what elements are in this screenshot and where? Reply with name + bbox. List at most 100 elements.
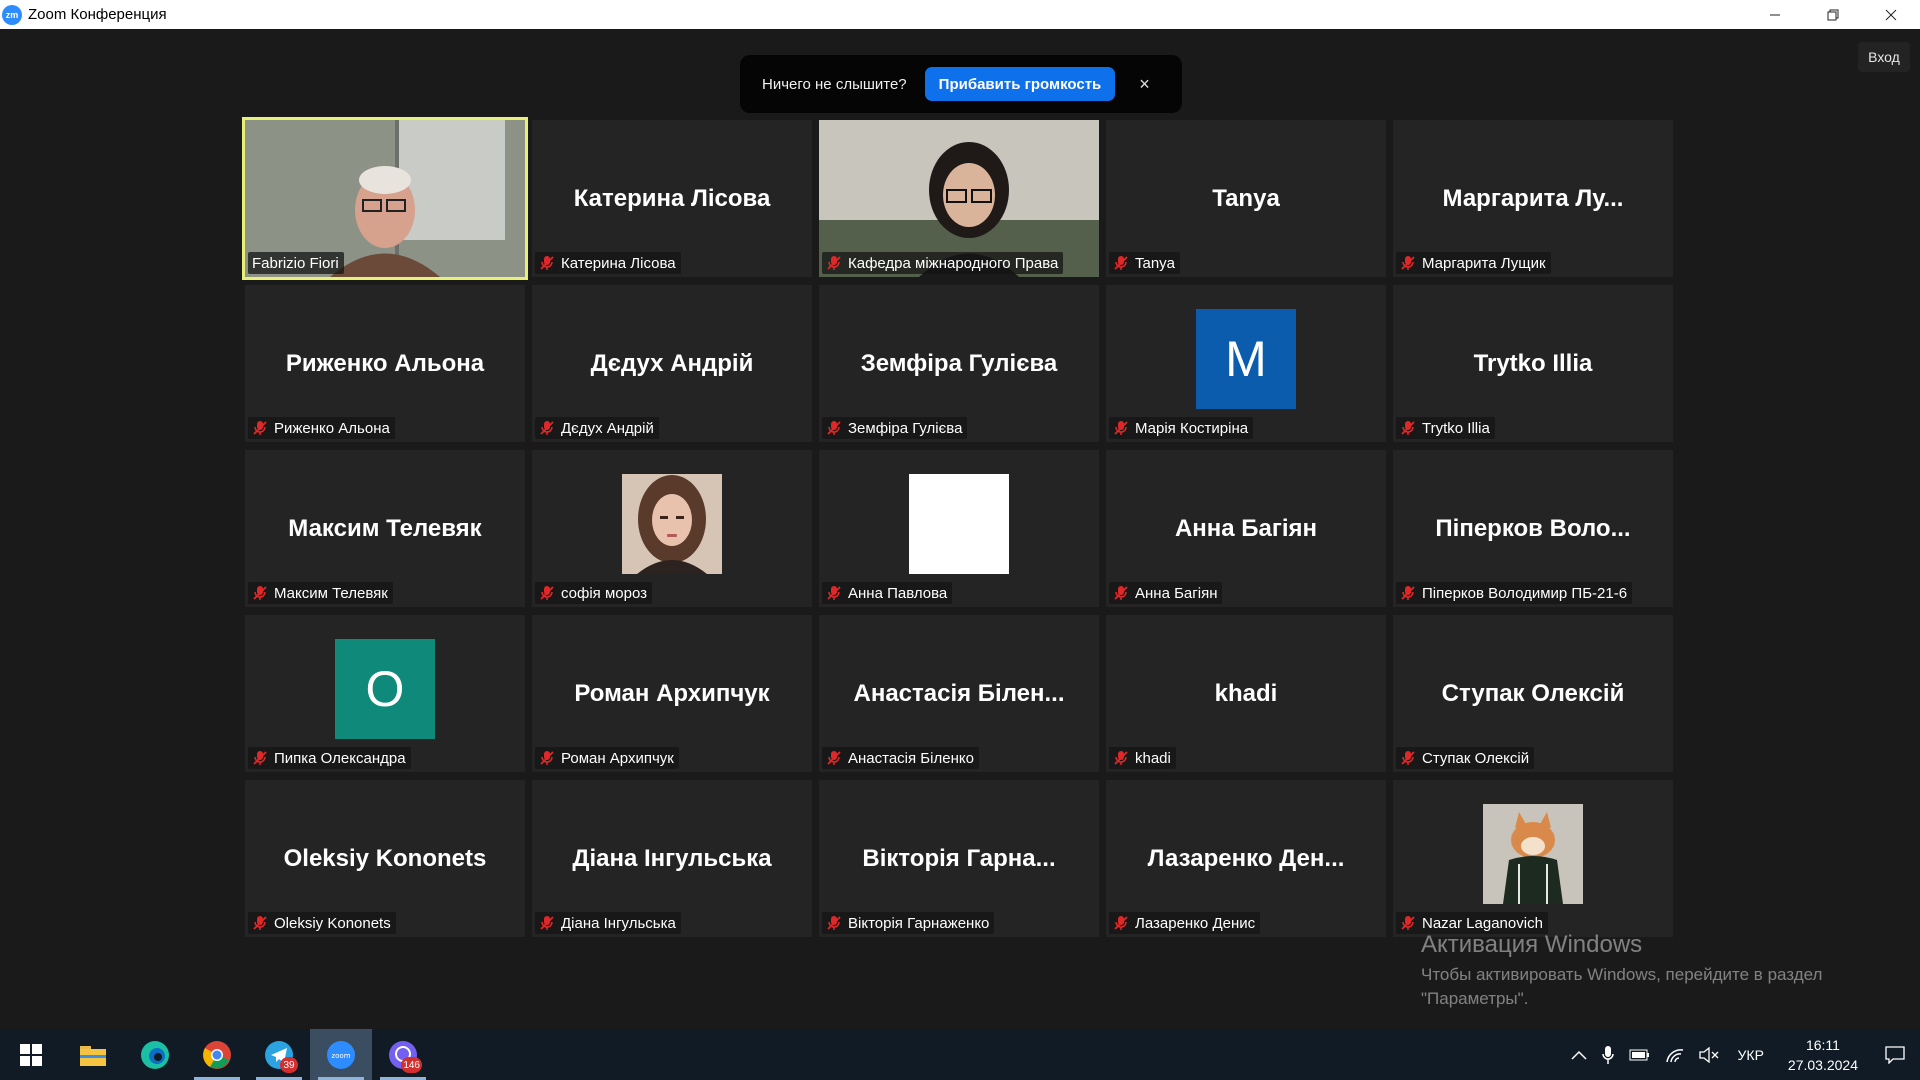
battery-tray-button[interactable]	[1622, 1029, 1658, 1080]
participant-tile[interactable]: Максим Телевяк Максим Телевяк	[245, 450, 525, 607]
clock[interactable]: 16:11 27.03.2024	[1776, 1029, 1870, 1080]
participant-display-name: Ступак Олексій	[1441, 679, 1625, 707]
increase-volume-button[interactable]: Прибавить громкость	[924, 67, 1116, 101]
microphone-tray-button[interactable]	[1594, 1029, 1622, 1080]
show-hidden-icons-button[interactable]	[1564, 1029, 1594, 1080]
participant-name-label: Діана Інгульська	[535, 912, 681, 934]
participant-tile[interactable]: M Марія Костиріна	[1106, 285, 1386, 442]
login-button[interactable]: Вход	[1858, 42, 1910, 72]
participant-name-label: Риженко Альона	[248, 417, 395, 439]
participant-tile[interactable]: софія мороз	[532, 450, 812, 607]
close-icon	[1885, 9, 1897, 20]
participant-name: Роман Архипчук	[561, 749, 674, 767]
participant-display-name: Максим Телевяк	[288, 514, 482, 542]
participant-display-name: Піперков Воло...	[1435, 514, 1631, 542]
participant-tile[interactable]: Вікторія Гарна... Вікторія Гарнаженко	[819, 780, 1099, 937]
taskbar-chrome[interactable]	[186, 1029, 248, 1080]
participant-tile[interactable]: Trytko Illia Trytko Illia	[1393, 285, 1673, 442]
muted-mic-icon	[253, 421, 267, 435]
participant-tile[interactable]: khadi khadi	[1106, 615, 1386, 772]
participant-name: Анастасія Біленко	[848, 749, 974, 767]
participant-tile[interactable]: Анна Багіян Анна Багіян	[1106, 450, 1386, 607]
watermark-title: Активация Windows	[1421, 931, 1643, 958]
viber-badge: 146	[401, 1057, 422, 1073]
participant-name-label: софія мороз	[535, 582, 653, 604]
close-window-button[interactable]	[1862, 0, 1920, 29]
muted-mic-icon	[1401, 421, 1415, 435]
minimize-button[interactable]	[1746, 0, 1804, 29]
participant-name-label: Маргарита Лущик	[1396, 252, 1551, 274]
participant-tile[interactable]: Лазаренко Ден... Лазаренко Денис	[1106, 780, 1386, 937]
taskbar-file-explorer[interactable]	[62, 1029, 124, 1080]
participant-name-label: Tanya	[1109, 252, 1181, 274]
participant-name: Риженко Альона	[274, 419, 390, 437]
participant-name: Ступак Олексій	[1422, 749, 1530, 767]
participant-name: Марія Костиріна	[1135, 419, 1249, 437]
windows-taskbar: 39 zoom 146 УКР 16:11 27.03.2024	[0, 1029, 1920, 1080]
participant-name-label: Анна Павлова	[822, 582, 953, 604]
notification-icon	[1885, 1045, 1905, 1064]
audio-notice-banner: Ничего не слышите? Прибавить громкость ×	[740, 55, 1182, 113]
telegram-badge: 39	[280, 1057, 298, 1073]
system-tray: УКР 16:11 27.03.2024	[1564, 1029, 1920, 1080]
participant-photo	[622, 473, 722, 574]
participant-tile[interactable]: Роман Архипчук Роман Архипчук	[532, 615, 812, 772]
participant-tile[interactable]: Nazar Laganovich	[1393, 780, 1673, 937]
participant-tile[interactable]: Ступак Олексій Ступак Олексій	[1393, 615, 1673, 772]
notifications-button[interactable]	[1870, 1029, 1920, 1080]
participant-tile[interactable]: Анна Павлова	[819, 450, 1099, 607]
participant-tile[interactable]: Дєдух Андрій Дєдух Андрій	[532, 285, 812, 442]
participant-name: Діана Інгульська	[561, 914, 676, 932]
taskbar-zoom[interactable]: zoom	[310, 1029, 372, 1080]
muted-mic-icon	[253, 751, 267, 765]
muted-mic-icon	[540, 751, 554, 765]
participant-name: Fabrizio Fiori	[252, 254, 339, 272]
participant-display-name: Вікторія Гарна...	[862, 844, 1056, 872]
window-title: Zoom Конференция	[28, 6, 167, 23]
participant-tile[interactable]: O Пипка Олександра	[245, 615, 525, 772]
participant-tile[interactable]: Піперков Воло... Піперков Володимир ПБ-21…	[1393, 450, 1673, 607]
participant-name: Піперков Володимир ПБ-21-6	[1422, 584, 1628, 602]
muted-mic-icon	[827, 421, 841, 435]
participant-name: Вікторія Гарнаженко	[848, 914, 990, 932]
participant-name-label: khadi	[1109, 747, 1176, 769]
participant-display-name: Дєдух Андрій	[590, 349, 754, 377]
participant-photo	[909, 473, 1009, 574]
network-tray-button[interactable]	[1658, 1029, 1692, 1080]
muted-mic-icon	[827, 586, 841, 600]
close-notice-icon[interactable]: ×	[1139, 74, 1150, 95]
muted-mic-icon	[1401, 256, 1415, 270]
taskbar-viber[interactable]: 146	[372, 1029, 434, 1080]
volume-tray-button[interactable]	[1692, 1029, 1726, 1080]
participant-name: Nazar Laganovich	[1422, 914, 1543, 932]
participant-initial-avatar: O	[335, 638, 435, 739]
participant-tile[interactable]: Діана Інгульська Діана Інгульська	[532, 780, 812, 937]
participant-tile[interactable]: Анастасія Білен... Анастасія Біленко	[819, 615, 1099, 772]
participant-tile[interactable]: Кафедра міжнародного Права	[819, 120, 1099, 277]
restore-button[interactable]	[1804, 0, 1862, 29]
watermark-text: Чтобы активировать Windows, перейдите в …	[1421, 965, 1823, 1008]
participant-tile[interactable]: Риженко Альона Риженко Альона	[245, 285, 525, 442]
participant-photo	[1483, 803, 1583, 904]
muted-mic-icon	[540, 421, 554, 435]
start-button[interactable]	[0, 1029, 62, 1080]
minimize-icon	[1770, 14, 1780, 15]
participant-name-label: Катерина Лісова	[535, 252, 681, 274]
taskbar-telegram[interactable]: 39	[248, 1029, 310, 1080]
participant-name-label: Oleksiy Kononets	[248, 912, 396, 934]
participant-display-name: Oleksiy Kononets	[283, 844, 487, 872]
participant-display-name: Земфіра Гулієва	[860, 349, 1058, 377]
participant-name-label: Анастасія Біленко	[822, 747, 979, 769]
participant-tile[interactable]: Fabrizio Fiori	[242, 117, 528, 280]
participant-tile[interactable]: Маргарита Лу... Маргарита Лущик	[1393, 120, 1673, 277]
participant-name: Анна Павлова	[848, 584, 948, 602]
input-language-button[interactable]: УКР	[1726, 1029, 1776, 1080]
participant-tile[interactable]: Катерина Лісова Катерина Лісова	[532, 120, 812, 277]
taskbar-edge[interactable]	[124, 1029, 186, 1080]
participant-name: Маргарита Лущик	[1422, 254, 1546, 272]
edge-icon	[141, 1040, 169, 1069]
participant-tile[interactable]: Tanya Tanya	[1106, 120, 1386, 277]
participant-tile[interactable]: Земфіра Гулієва Земфіра Гулієва	[819, 285, 1099, 442]
participant-tile[interactable]: Oleksiy Kononets Oleksiy Kononets	[245, 780, 525, 937]
participant-name: Катерина Лісова	[561, 254, 676, 272]
